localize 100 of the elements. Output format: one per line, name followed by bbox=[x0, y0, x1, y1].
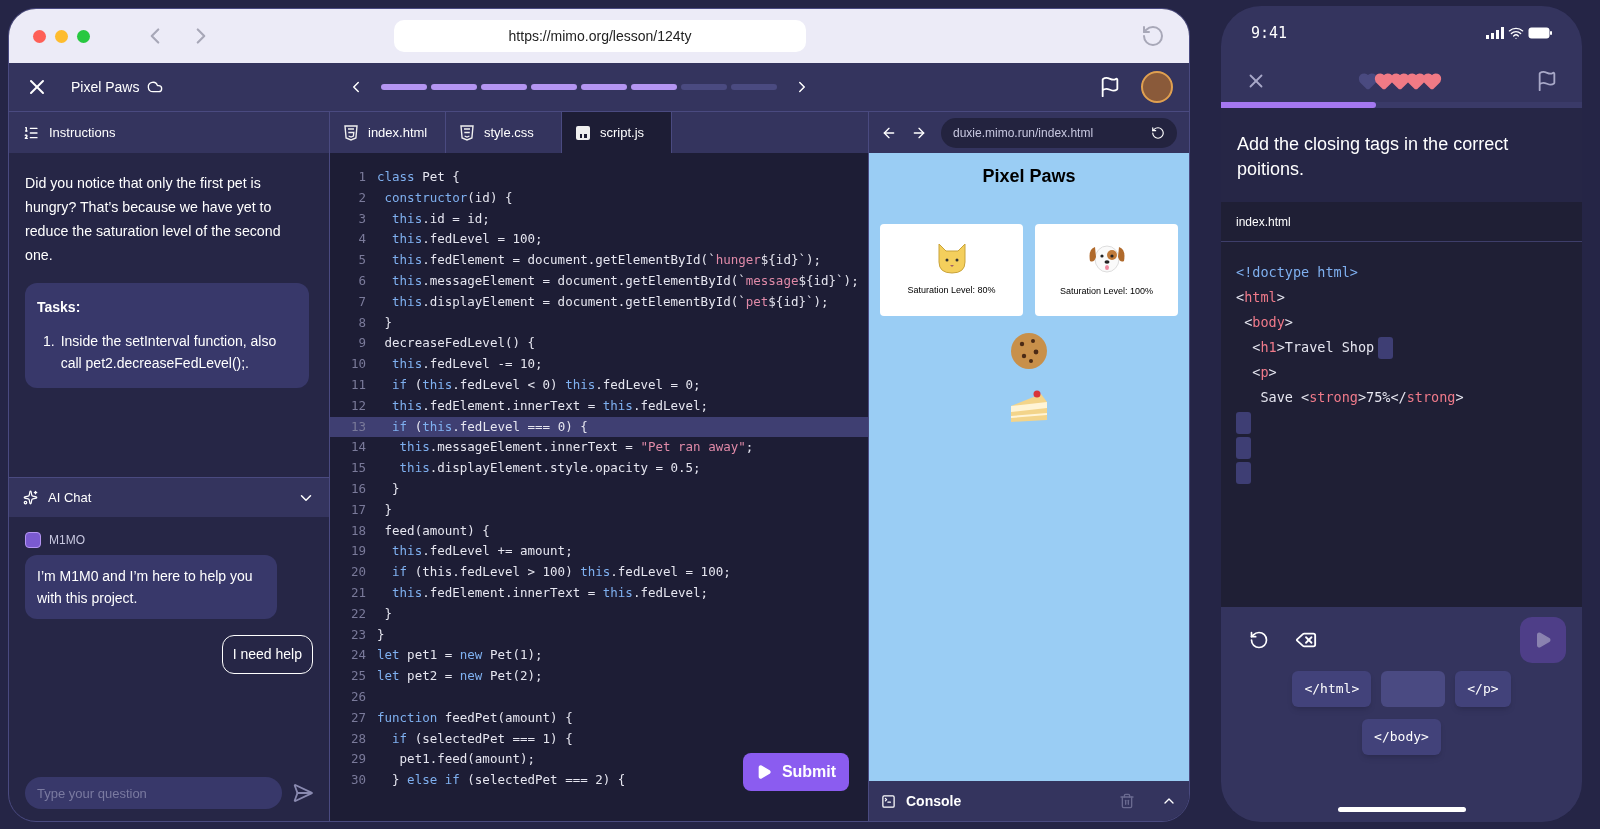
line-number: 7 bbox=[357, 292, 367, 311]
status-time: 9:41 bbox=[1251, 22, 1288, 44]
tag-chip[interactable]: </p> bbox=[1455, 671, 1511, 707]
code-line: this.fedElement = document.getElementById(`hunger${id}`); bbox=[391, 251, 822, 270]
cookie-icon bbox=[1010, 332, 1048, 370]
code-line: } bbox=[383, 500, 393, 519]
ai-chat-title: AI Chat bbox=[48, 488, 92, 507]
sparkles-icon bbox=[23, 490, 38, 505]
code-line: } else if (selectedPet === 2) { bbox=[391, 771, 626, 790]
file-tab[interactable]: script.js bbox=[562, 112, 672, 153]
line-number: 11 bbox=[349, 376, 367, 394]
send-icon[interactable] bbox=[291, 782, 313, 804]
preview-address-bar[interactable]: duxie.mimo.run/index.html bbox=[941, 117, 1177, 148]
code-line: <html> bbox=[1236, 288, 1285, 308]
line-number: 12 bbox=[349, 396, 367, 415]
line-number: 16 bbox=[349, 479, 367, 498]
instructions-text: Did you notice that only the first pet is hungry? That’s because we have yet to reduce the saturation level of the second one. bbox=[25, 174, 282, 265]
task-text: Inside the setInterval function, also call pet2.decreaseFedLevel();. bbox=[60, 332, 278, 373]
code-line: decreaseFedLevel() { bbox=[383, 334, 536, 353]
exercise-prompt: Add the closing tags in the correct poitions. bbox=[1236, 133, 1510, 181]
code-line: } bbox=[383, 313, 393, 332]
line-number: 23 bbox=[349, 625, 367, 644]
battery-icon bbox=[1528, 27, 1552, 39]
code-line: let pet2 = new Pet(2); bbox=[377, 667, 543, 686]
html-shield-icon bbox=[344, 124, 358, 141]
saturation-label: Saturation Level: 80% bbox=[907, 284, 996, 298]
flag-icon[interactable] bbox=[1536, 70, 1558, 92]
reset-icon[interactable] bbox=[1249, 630, 1269, 650]
line-number: 29 bbox=[349, 750, 367, 769]
user-message: I need help bbox=[221, 635, 313, 674]
code-line: constructor(id) { bbox=[383, 188, 513, 207]
play-icon bbox=[1534, 631, 1552, 649]
line-number: 9 bbox=[357, 334, 367, 353]
line-number: 27 bbox=[349, 708, 367, 727]
code-line: this.messageElement.innerText = "Pet ran away"; bbox=[398, 438, 754, 457]
line-number: 26 bbox=[349, 687, 367, 706]
line-number: 2 bbox=[357, 188, 367, 207]
console-bar[interactable]: Console bbox=[869, 781, 1189, 821]
line-number: 30 bbox=[349, 771, 367, 790]
instructions-title: Instructions bbox=[49, 123, 116, 142]
line-number: 15 bbox=[349, 459, 367, 478]
line-number: 10 bbox=[349, 355, 367, 374]
code-line: this.fedLevel += amount; bbox=[391, 542, 573, 561]
code-line: pet1.feed(amount); bbox=[398, 750, 536, 769]
line-number: 8 bbox=[357, 313, 367, 332]
tag-chip[interactable]: </body> bbox=[1362, 719, 1441, 755]
line-number: 22 bbox=[349, 604, 367, 623]
line-number: 20 bbox=[349, 563, 367, 582]
task-number: 1. bbox=[43, 332, 55, 351]
list-icon bbox=[23, 124, 39, 141]
code-line: this.id = id; bbox=[391, 209, 490, 228]
wifi-icon bbox=[1508, 25, 1524, 41]
cloud-icon bbox=[147, 79, 164, 95]
code-line: <!doctype html> bbox=[1236, 263, 1358, 283]
code-line: <h1>Travel Shop bbox=[1251, 338, 1375, 358]
run-button[interactable] bbox=[1520, 617, 1566, 663]
line-number: 3 bbox=[357, 209, 367, 228]
used-chip-placeholder bbox=[1381, 671, 1446, 707]
submit-button[interactable]: Submit bbox=[743, 753, 849, 791]
bot-avatar-icon bbox=[25, 532, 41, 548]
code-line: this.fedElement.innerText = this.fedLevel; bbox=[391, 396, 709, 415]
code-line: <body> bbox=[1243, 313, 1293, 333]
question-field[interactable]: Type your question bbox=[25, 777, 282, 809]
file-name: index.html bbox=[1236, 213, 1291, 231]
line-number: 4 bbox=[357, 230, 367, 249]
css-shield-icon bbox=[460, 124, 474, 141]
code-line: this.messageElement = document.getElementById(`message${id}`); bbox=[391, 272, 859, 290]
code-line: this.displayElement = document.getElementById(`pet${id}`); bbox=[391, 292, 829, 311]
sender-name: M1MO bbox=[49, 532, 85, 549]
line-number: 5 bbox=[357, 251, 367, 270]
code-line: } bbox=[383, 604, 393, 623]
code-line: this.fedElement.innerText = this.fedLevel; bbox=[391, 583, 709, 602]
line-number: 25 bbox=[349, 667, 367, 686]
code-line: if (this.fedLevel > 100) this.fedLevel = 100; bbox=[391, 563, 731, 582]
saturation-label: Saturation Level: 100% bbox=[1059, 285, 1154, 299]
tag-chip[interactable]: </html> bbox=[1292, 671, 1372, 707]
flag-icon[interactable] bbox=[1099, 76, 1121, 98]
tasks-title: Tasks: bbox=[37, 298, 82, 317]
avatar[interactable] bbox=[1141, 71, 1173, 103]
code-line: this.fedLevel -= 10; bbox=[391, 355, 543, 374]
refresh-icon[interactable] bbox=[1151, 125, 1165, 140]
line-number: 18 bbox=[349, 521, 367, 540]
line-number: 6 bbox=[357, 272, 367, 290]
address-bar[interactable]: https://mimo.org/lesson/124ty bbox=[394, 20, 806, 52]
code-line: if (selectedPet === 1) { bbox=[391, 729, 573, 748]
code-line: class Pet { bbox=[377, 168, 460, 186]
js-file-icon bbox=[576, 125, 590, 140]
console-title: Console bbox=[906, 791, 962, 811]
line-number: 28 bbox=[349, 729, 367, 748]
ai-chat-header[interactable]: AI Chat bbox=[9, 477, 329, 517]
cake-slice-icon bbox=[1009, 388, 1049, 424]
code-line: this.fedLevel = 100; bbox=[391, 230, 543, 249]
bot-message: I’m M1M0 and I’m here to help you with this project. bbox=[25, 555, 277, 619]
line-number: 19 bbox=[349, 542, 367, 561]
code-line: feed(amount) { bbox=[383, 521, 490, 540]
code-line: Save <strong>75%</strong> bbox=[1259, 388, 1464, 408]
line-number: 21 bbox=[349, 583, 367, 602]
code-line: this.displayElement.style.opacity = 0.5; bbox=[398, 459, 701, 478]
page-heading: Pixel Paws bbox=[982, 165, 1076, 188]
code-line: } bbox=[377, 625, 385, 644]
